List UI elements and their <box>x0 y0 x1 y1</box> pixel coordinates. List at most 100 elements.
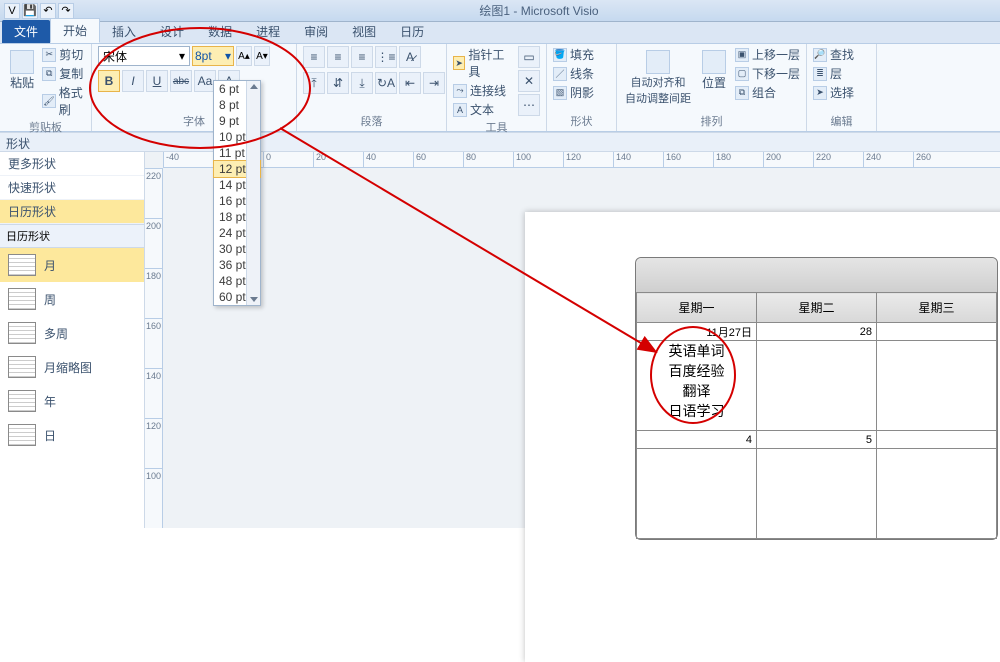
align-bottom-button[interactable]: ⤓ <box>351 72 373 94</box>
qat-undo-icon[interactable]: ↶ <box>40 3 56 19</box>
line-button[interactable]: ／线条 <box>553 65 594 82</box>
cat-quick-shapes[interactable]: 快速形状 <box>0 176 144 200</box>
stencil-title: 日历形状 <box>0 224 144 248</box>
align-top-button[interactable]: ⤒ <box>303 72 325 94</box>
bold-button[interactable]: B <box>98 70 120 92</box>
calendar-shape[interactable]: 星期一 星期二 星期三 11月27日 28 英语单词 百度经验 翻译 日语学习 <box>635 257 998 540</box>
cat-more-shapes[interactable]: 更多形状 <box>0 152 144 176</box>
stencil-month[interactable]: 月 <box>0 248 144 282</box>
font-name-combo[interactable]: 宋体▾ <box>98 46 190 66</box>
underline-button[interactable]: U <box>146 70 168 92</box>
col-header-wed: 星期三 <box>877 293 997 323</box>
qat-redo-icon[interactable]: ↷ <box>58 3 74 19</box>
connector-icon: ⤳ <box>453 84 467 98</box>
copy-icon: ⧉ <box>42 67 56 81</box>
date-cell <box>877 323 997 341</box>
italic-button[interactable]: I <box>122 70 144 92</box>
stencil-month-thumb[interactable]: 月缩略图 <box>0 350 144 384</box>
rotate-text-button[interactable]: ↻A <box>375 72 397 94</box>
day-cell-content[interactable]: 英语单词 百度经验 翻译 日语学习 <box>637 341 757 431</box>
align-middle-button[interactable]: ⇵ <box>327 72 349 94</box>
line-icon: ／ <box>553 67 567 81</box>
stencil-multiweek[interactable]: 多周 <box>0 316 144 350</box>
brush-icon: 🖌 <box>42 94 55 108</box>
align-right-button[interactable]: ≡ <box>351 46 373 68</box>
week-icon <box>8 288 36 310</box>
scrollbar[interactable] <box>246 81 260 305</box>
clear-format-button[interactable]: A̷ <box>399 46 421 68</box>
send-backward-button[interactable]: ▢下移一层 <box>735 65 800 82</box>
bullets-button[interactable]: ⋮≡ <box>375 46 397 68</box>
pointer-icon: ➤ <box>453 56 465 70</box>
copy-button[interactable]: ⧉复制 <box>42 65 85 82</box>
cut-button[interactable]: ✂剪切 <box>42 46 85 63</box>
binoculars-icon: 🔎 <box>813 48 827 62</box>
group-edit-label: 编辑 <box>813 112 870 131</box>
drawing-canvas[interactable]: -40-200204060801001201401601802002202402… <box>145 152 1000 528</box>
group-tools-label: 工具 <box>453 118 540 137</box>
indent-dec-button[interactable]: ⇤ <box>399 72 421 94</box>
front-icon: ▣ <box>735 48 749 62</box>
day-cell[interactable] <box>877 341 997 431</box>
tab-view[interactable]: 视图 <box>340 20 388 43</box>
find-button[interactable]: 🔎查找 <box>813 46 854 63</box>
date-cell: 28 <box>757 323 877 341</box>
chevron-down-icon: ▾ <box>179 49 185 63</box>
grow-font-button[interactable]: A▴ <box>236 46 252 66</box>
stencil-year[interactable]: 年 <box>0 384 144 418</box>
cat-calendar-shapes[interactable]: 日历形状 <box>0 200 144 224</box>
tab-design[interactable]: 设计 <box>148 20 196 43</box>
tab-review[interactable]: 审阅 <box>292 20 340 43</box>
shadow-button[interactable]: ▧阴影 <box>553 84 594 101</box>
text-tool-button[interactable]: A文本 <box>453 101 510 118</box>
col-header-mon: 星期一 <box>637 293 757 323</box>
ruler-vertical: 220200180160140120100 <box>145 168 163 528</box>
layers-icon: ≣ <box>813 67 827 81</box>
day-cell[interactable] <box>757 341 877 431</box>
tab-data[interactable]: 数据 <box>196 20 244 43</box>
bring-forward-button[interactable]: ▣上移一层 <box>735 46 800 63</box>
group-shape-label: 形状 <box>553 112 610 131</box>
group-font-label: 字体 <box>98 112 290 131</box>
indent-inc-button[interactable]: ⇥ <box>423 72 445 94</box>
chevron-down-icon: ▾ <box>225 49 231 63</box>
shrink-font-button[interactable]: A▾ <box>254 46 270 66</box>
pointer-tool-button[interactable]: ➤指针工具 <box>453 46 510 80</box>
paste-button[interactable]: 粘贴 <box>6 46 38 91</box>
tab-process[interactable]: 进程 <box>244 20 292 43</box>
month-thumb-icon <box>8 356 36 378</box>
tab-file[interactable]: 文件 <box>2 20 50 43</box>
select-button[interactable]: ➤选择 <box>813 84 854 101</box>
scissors-icon: ✂ <box>42 48 56 62</box>
align-left-button[interactable]: ≡ <box>303 46 325 68</box>
qat-save-icon[interactable]: 💾 <box>22 3 38 19</box>
cursor-icon: ➤ <box>813 86 827 100</box>
ellipsis-icon[interactable]: ⋯ <box>518 94 540 116</box>
align-center-button[interactable]: ≡ <box>327 46 349 68</box>
strike-button[interactable]: abc <box>170 70 192 92</box>
group-button[interactable]: ⧉组合 <box>735 84 800 101</box>
stencil-week[interactable]: 周 <box>0 282 144 316</box>
multiweek-icon <box>8 322 36 344</box>
app-icon: V <box>4 3 20 19</box>
fill-button[interactable]: 🪣填充 <box>553 46 594 63</box>
bucket-icon: 🪣 <box>553 48 567 62</box>
font-size-dropdown[interactable]: 6 pt 8 pt 9 pt 10 pt 11 pt 12 pt 14 pt 1… <box>213 80 261 306</box>
group-arrange-label: 排列 <box>623 112 800 131</box>
xmark-icon[interactable]: ✕ <box>518 70 540 92</box>
rectangle-tool-icon[interactable]: ▭ <box>518 46 540 68</box>
day-icon <box>8 424 36 446</box>
back-icon: ▢ <box>735 67 749 81</box>
format-painter-button[interactable]: 🖌格式刷 <box>42 84 85 118</box>
position-button[interactable]: 位置 <box>697 46 731 91</box>
tab-calendar[interactable]: 日历 <box>388 20 436 43</box>
tab-insert[interactable]: 插入 <box>100 20 148 43</box>
layer-button[interactable]: ≣层 <box>813 65 854 82</box>
text-icon: A <box>453 103 467 117</box>
stencil-day[interactable]: 日 <box>0 418 144 452</box>
date-cell: 11月27日 <box>637 323 757 341</box>
tab-home[interactable]: 开始 <box>50 18 100 43</box>
font-size-combo[interactable]: 8pt▾ <box>192 46 234 66</box>
connector-tool-button[interactable]: ⤳连接线 <box>453 82 510 99</box>
auto-align-button[interactable]: 自动对齐和 自动调整间距 <box>623 46 693 106</box>
